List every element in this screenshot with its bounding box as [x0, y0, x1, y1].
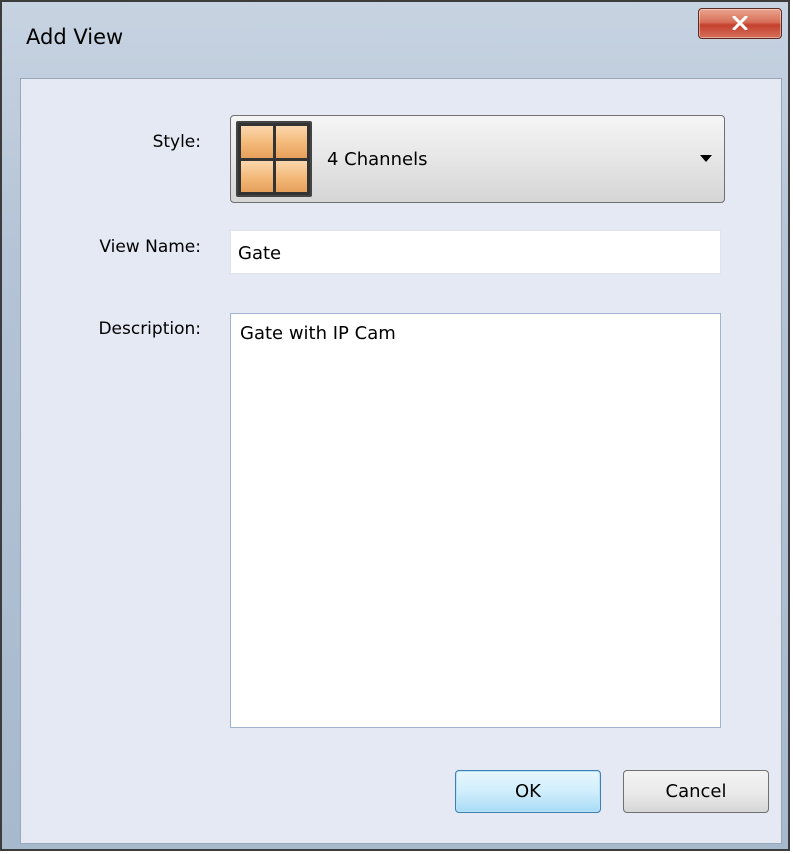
dropdown-arrow-icon: [700, 155, 712, 162]
ok-button[interactable]: OK: [455, 770, 601, 813]
title-bar[interactable]: Add View: [2, 2, 788, 78]
view-name-label: View Name:: [99, 237, 201, 257]
close-button[interactable]: [698, 8, 782, 39]
style-dropdown[interactable]: 4 Channels: [230, 115, 725, 203]
description-label: Description:: [98, 319, 201, 339]
style-dropdown-value: 4 Channels: [327, 149, 428, 170]
four-channel-grid-icon: [236, 121, 312, 197]
dialog-body: Style: 4 Channels View Name: Gate Descri…: [20, 78, 782, 844]
add-view-dialog: Add View Style: 4 Channels View Name: Ga…: [0, 0, 790, 851]
description-textarea[interactable]: Gate with IP Cam: [230, 313, 721, 728]
style-label: Style:: [152, 132, 201, 152]
close-x-icon: [732, 16, 748, 30]
view-name-input[interactable]: Gate: [230, 230, 721, 274]
cancel-button[interactable]: Cancel: [623, 770, 769, 813]
dialog-title: Add View: [26, 25, 124, 49]
